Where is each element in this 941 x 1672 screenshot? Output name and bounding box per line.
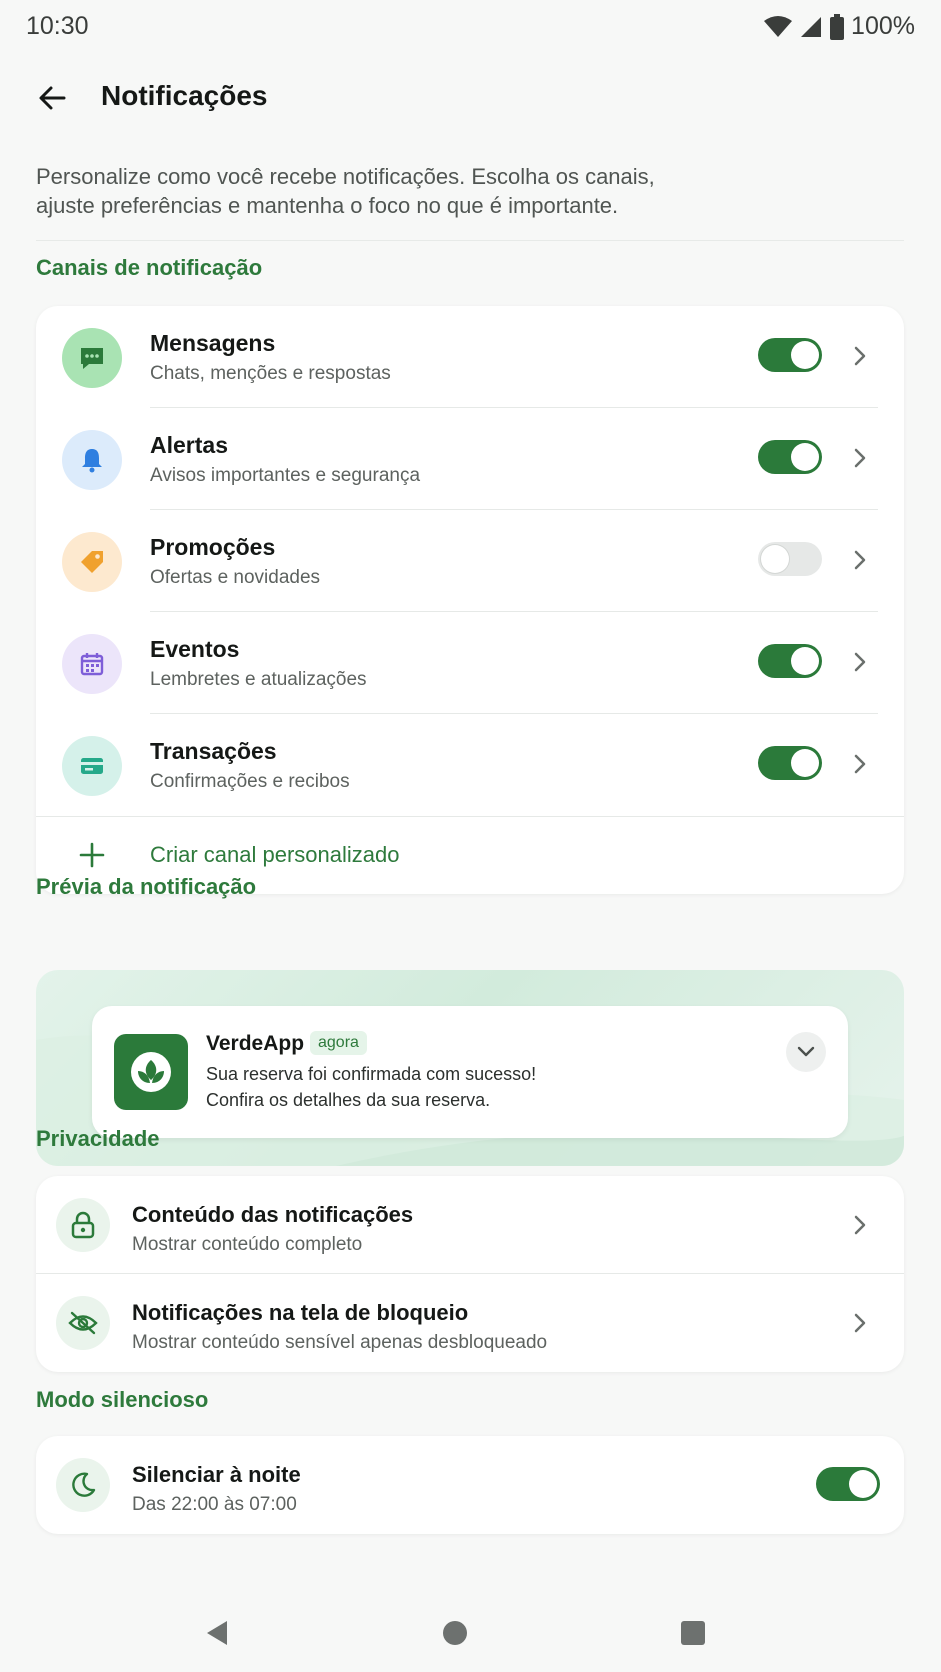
nav-home-button[interactable]	[440, 1618, 470, 1648]
channel-subtitle: Avisos importantes e segurança	[150, 465, 421, 486]
nav-back-button[interactable]	[202, 1618, 232, 1648]
silent-mode-title: Silenciar à noite	[132, 1462, 301, 1487]
toggle-messages[interactable]	[758, 338, 822, 372]
tag-icon	[62, 532, 122, 592]
lock-icon	[56, 1198, 110, 1252]
channel-row-messages[interactable]: Mensagens Chats, menções e respostas	[36, 306, 904, 408]
plus-icon	[79, 842, 105, 868]
chat-icon	[62, 328, 122, 388]
wifi-icon	[764, 15, 793, 37]
toggle-events[interactable]	[758, 644, 822, 678]
privacy-subtitle: Mostrar conteúdo sensível apenas desbloq…	[132, 1332, 548, 1353]
moon-icon	[56, 1458, 110, 1512]
chevron-right-icon[interactable]	[848, 344, 872, 368]
page-title: Notificações	[101, 80, 268, 111]
privacy-row-lockscreen[interactable]: Notificações na tela de bloqueio Mostrar…	[36, 1274, 904, 1372]
divider	[36, 240, 904, 241]
channel-subtitle: Ofertas e novidades	[150, 567, 321, 588]
expand-button[interactable]	[786, 1032, 826, 1072]
channel-title: Eventos	[150, 636, 240, 662]
toggle-alerts[interactable]	[758, 440, 822, 474]
notification-preview-card: VerdeApp agora Sua reserva foi confirmad…	[36, 970, 904, 1166]
eye-off-icon	[56, 1296, 110, 1350]
nav-recents-button[interactable]	[678, 1618, 708, 1648]
channel-row-transactions[interactable]: Transações Confirmações e recibos	[36, 714, 904, 816]
toggle-promotions[interactable]	[758, 542, 822, 576]
intro-line-1: Personalize como você recebe notificaçõe…	[36, 164, 655, 189]
privacy-title: Conteúdo das notificações	[132, 1202, 414, 1227]
toggle-transactions[interactable]	[758, 746, 822, 780]
notification-line-1: Sua reserva foi confirmada com sucesso!	[206, 1064, 537, 1084]
chevron-down-icon	[797, 1046, 815, 1057]
chevron-right-icon[interactable]	[848, 446, 872, 470]
chevron-right-icon[interactable]	[848, 1213, 872, 1237]
arrow-back-icon	[39, 86, 66, 110]
square-recents-icon	[681, 1621, 705, 1645]
channel-row-events[interactable]: Eventos Lembretes e atualizações	[36, 612, 904, 714]
battery-icon	[830, 13, 845, 40]
leaf-icon	[114, 1034, 188, 1110]
silent-mode-subtitle: Das 22:00 às 07:00	[132, 1494, 297, 1515]
signal-icon	[801, 16, 822, 37]
notification-sample[interactable]: VerdeApp agora Sua reserva foi confirmad…	[92, 1006, 848, 1138]
channel-row-alerts[interactable]: Alertas Avisos importantes e segurança	[36, 408, 904, 510]
channel-title: Transações	[150, 738, 277, 764]
section-title-silent-mode: Modo silencioso	[36, 1387, 209, 1412]
silent-mode-row[interactable]: Silenciar à noite Das 22:00 às 07:00	[36, 1436, 904, 1534]
create-channel-label: Criar canal personalizado	[150, 842, 400, 867]
channel-row-promotions[interactable]: Promoções Ofertas e novidades	[36, 510, 904, 612]
privacy-card: Conteúdo das notificações Mostrar conteú…	[36, 1176, 904, 1372]
notification-app-name: VerdeApp	[206, 1032, 305, 1055]
system-nav-bar	[0, 1594, 941, 1672]
card-icon	[62, 736, 122, 796]
channel-subtitle: Lembretes e atualizações	[150, 669, 367, 690]
section-title-preview: Prévia da notificação	[36, 874, 257, 899]
privacy-row-content[interactable]: Conteúdo das notificações Mostrar conteú…	[36, 1176, 904, 1274]
circle-home-icon	[443, 1621, 467, 1645]
section-title-channels: Canais de notificação	[36, 255, 263, 280]
status-icons: 100%	[763, 12, 915, 41]
chevron-right-icon[interactable]	[848, 548, 872, 572]
notification-time-badge: agora	[310, 1031, 367, 1055]
silent-mode-card: Silenciar à noite Das 22:00 às 07:00	[36, 1436, 904, 1534]
channel-subtitle: Chats, menções e respostas	[150, 363, 391, 384]
chevron-right-icon[interactable]	[848, 1311, 872, 1335]
chevron-right-icon[interactable]	[848, 752, 872, 776]
channel-subtitle: Confirmações e recibos	[150, 771, 350, 792]
privacy-title: Notificações na tela de bloqueio	[132, 1300, 469, 1325]
toggle-silent-mode[interactable]	[816, 1467, 880, 1501]
triangle-back-icon	[207, 1621, 227, 1645]
app-bar: Notificações	[0, 62, 941, 132]
channels-card: Mensagens Chats, menções e respostas Ale…	[36, 306, 904, 894]
calendar-icon	[62, 634, 122, 694]
battery-percent: 100%	[851, 12, 915, 40]
status-bar: 10:30 100%	[0, 0, 941, 54]
channel-title: Promoções	[150, 534, 276, 560]
back-button[interactable]	[30, 76, 74, 120]
chevron-right-icon[interactable]	[848, 650, 872, 674]
privacy-subtitle: Mostrar conteúdo completo	[132, 1234, 363, 1255]
channel-title: Alertas	[150, 432, 228, 458]
bell-icon	[62, 430, 122, 490]
notification-line-2: Confira os detalhes da sua reserva.	[206, 1090, 491, 1110]
section-title-privacy: Privacidade	[36, 1126, 160, 1151]
status-time: 10:30	[26, 12, 89, 40]
intro-line-2: ajuste preferências e mantenha o foco no…	[36, 193, 619, 218]
intro-text: Personalize como você recebe notificaçõe…	[36, 162, 736, 220]
channel-title: Mensagens	[150, 330, 276, 356]
